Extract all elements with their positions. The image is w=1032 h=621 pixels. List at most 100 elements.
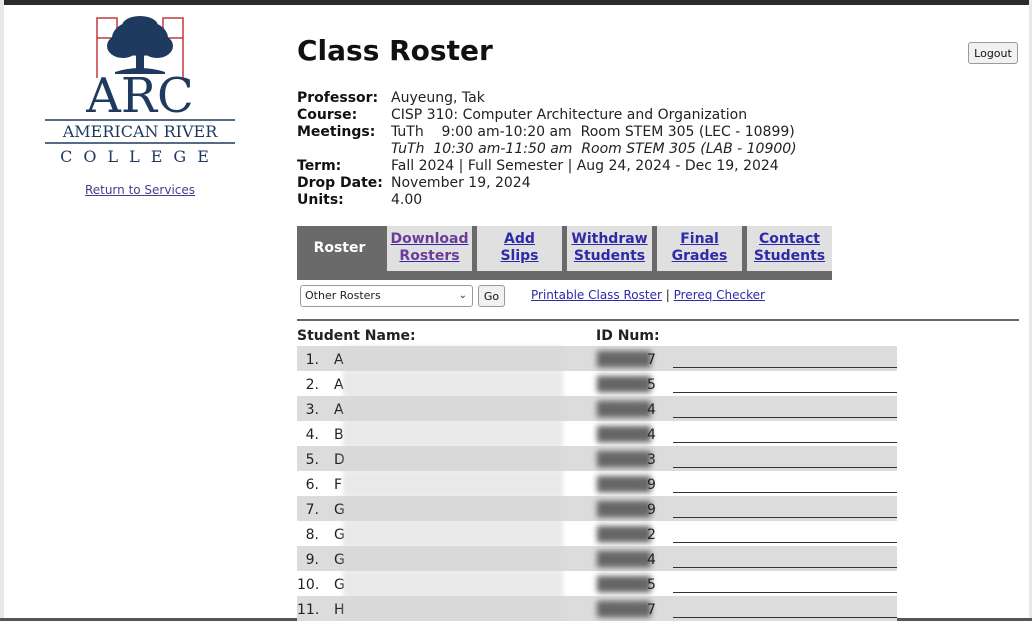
roster-tabs: Roster Download Rosters Add Slips Withdr… <box>297 226 832 280</box>
signature-line <box>673 542 897 543</box>
id-last-digit: 4 <box>647 427 656 443</box>
signature-line <box>673 392 897 393</box>
id-last-digit: 9 <box>647 477 656 493</box>
redacted-name <box>343 521 563 546</box>
student-row: 4. B █████ 4 <box>297 421 897 446</box>
id-last-digit: 2 <box>647 527 656 543</box>
svg-text:AMERICAN RIVER: AMERICAN RIVER <box>62 122 218 141</box>
redacted-id: █████ <box>597 477 651 493</box>
id-last-digit: 5 <box>647 577 656 593</box>
svg-text:COLLEGE: COLLEGE <box>60 147 220 166</box>
row-number: 7. <box>305 502 319 518</box>
term-label: Term: <box>297 158 342 174</box>
tab-withdraw-students[interactable]: Withdraw Students <box>567 226 652 271</box>
meeting-lab: TuTh 10:30 am-11:50 am Room STEM 305 (LA… <box>391 141 797 157</box>
term-value: Fall 2024 | Full Semester | Aug 24, 2024… <box>391 158 779 174</box>
id-last-digit: 7 <box>647 602 656 618</box>
row-number: 10. <box>297 577 320 593</box>
drop-date-label: Drop Date: <box>297 175 383 191</box>
student-row: 9. G █████ 4 <box>297 546 897 571</box>
signature-line <box>673 442 897 443</box>
id-last-digit: 9 <box>647 502 656 518</box>
tab-label: Download <box>390 231 469 247</box>
student-row: 2. A █████ 5 <box>297 371 897 396</box>
other-rosters-select[interactable]: Other Rosters ⌄ <box>300 285 473 307</box>
redacted-name <box>343 496 563 521</box>
row-number: 5. <box>305 452 319 468</box>
student-row: 1. A █████ 7 <box>297 346 897 371</box>
redacted-id: █████ <box>597 502 651 518</box>
student-row: 3. A █████ 4 <box>297 396 897 421</box>
redacted-id: █████ <box>597 577 651 593</box>
select-value: Other Rosters <box>305 289 381 302</box>
row-number: 4. <box>305 427 319 443</box>
id-last-digit: 3 <box>647 452 656 468</box>
signature-line <box>673 592 897 593</box>
prereq-checker-link[interactable]: Prereq Checker <box>674 288 765 302</box>
redacted-name <box>343 571 563 596</box>
return-to-services-link[interactable]: Return to Services <box>60 183 220 197</box>
tab-label: Slips <box>500 248 539 264</box>
redacted-name <box>343 371 563 396</box>
student-row: 7. G █████ 9 <box>297 496 897 521</box>
redacted-name <box>343 546 563 571</box>
tab-label: Students <box>573 248 646 264</box>
tab-label: Withdraw <box>571 231 648 247</box>
tab-roster[interactable]: Roster <box>297 226 382 271</box>
row-number: 2. <box>305 377 319 393</box>
tab-download-rosters[interactable]: Download Rosters <box>387 226 472 271</box>
row-number: 1. <box>305 352 319 368</box>
student-row: 11. H █████ 7 <box>297 596 897 621</box>
tab-label: Grades <box>671 248 728 264</box>
student-row: 6. F █████ 9 <box>297 471 897 496</box>
professor-value: Auyeung, Tak <box>391 90 485 106</box>
tab-add-slips[interactable]: Add Slips <box>477 226 562 271</box>
page-title: Class Roster <box>297 34 493 67</box>
arc-logo: ARC AMERICAN RIVER COLLEGE <box>45 16 235 166</box>
row-number: 9. <box>305 552 319 568</box>
signature-line <box>673 492 897 493</box>
svg-text:ARC: ARC <box>85 68 194 124</box>
redacted-name <box>343 346 563 371</box>
id-last-digit: 7 <box>647 352 656 368</box>
redacted-id: █████ <box>597 452 651 468</box>
redacted-name <box>343 421 563 446</box>
top-border <box>0 0 1032 5</box>
tab-label: Students <box>753 248 826 264</box>
student-list: 1. A █████ 7 2. A █████ 5 3. A █████ 4 4. B █████ 4 5. D █… <box>297 346 897 621</box>
printable-class-roster-link[interactable]: Printable Class Roster <box>531 288 662 302</box>
redacted-id: █████ <box>597 602 651 618</box>
redacted-id: █████ <box>597 527 651 543</box>
units-value: 4.00 <box>391 192 423 208</box>
id-num-header: ID Num: <box>596 328 660 344</box>
go-button[interactable]: Go <box>478 285 505 307</box>
meetings-label: Meetings: <box>297 124 376 140</box>
chevron-down-icon: ⌄ <box>458 290 467 301</box>
tab-final-grades[interactable]: Final Grades <box>657 226 742 271</box>
signature-line <box>673 567 897 568</box>
tab-label: Final <box>680 231 719 247</box>
redacted-id: █████ <box>597 377 651 393</box>
units-label: Units: <box>297 192 344 208</box>
student-name-initial: F <box>334 477 343 493</box>
student-name-header: Student Name: <box>297 328 416 344</box>
redacted-id: █████ <box>597 402 651 418</box>
meeting-lecture: TuTh 9:00 am-10:20 am Room STEM 305 (LEC… <box>391 124 795 140</box>
signature-line <box>673 417 897 418</box>
student-row: 8. G █████ 2 <box>297 521 897 546</box>
redacted-id: █████ <box>597 427 651 443</box>
course-label: Course: <box>297 107 358 123</box>
tab-label: Rosters <box>399 248 460 264</box>
redacted-id: █████ <box>597 552 651 568</box>
signature-line <box>673 467 897 468</box>
left-border <box>0 0 4 621</box>
logout-button[interactable]: Logout <box>968 42 1018 64</box>
tab-label: Contact <box>759 231 820 247</box>
tab-contact-students[interactable]: Contact Students <box>747 226 832 271</box>
divider <box>297 319 1019 321</box>
roster-links: Printable Class Roster | Prereq Checker <box>531 288 765 302</box>
student-row: 5. D █████ 3 <box>297 446 897 471</box>
professor-label: Professor: <box>297 90 379 106</box>
redacted-name <box>343 471 563 496</box>
row-number: 8. <box>305 527 319 543</box>
